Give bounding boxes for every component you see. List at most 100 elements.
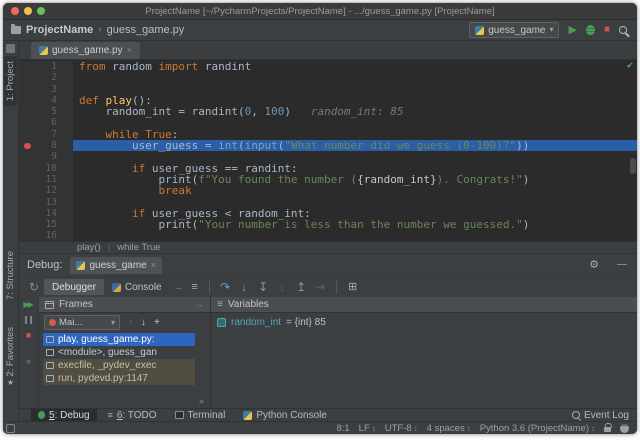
pause-program-icon[interactable]: [25, 316, 32, 324]
tool-window-button-debug[interactable]: 5: Debug: [31, 408, 97, 422]
line-number-gutter[interactable]: 5: [19, 106, 73, 118]
caret-position[interactable]: 8:1: [336, 423, 349, 434]
frame-label: <module>, guess_gan: [58, 347, 157, 358]
search-everywhere-icon[interactable]: [619, 26, 627, 34]
tab-console[interactable]: Console: [104, 279, 170, 295]
zoom-window-button[interactable]: [37, 7, 45, 15]
debug-title: Debug:: [27, 259, 63, 271]
line-number-gutter[interactable]: 3: [19, 83, 73, 95]
variable-row[interactable]: random_int = {int} 85: [217, 317, 631, 328]
breadcrumb-project[interactable]: ProjectName: [26, 24, 93, 36]
pin-icon[interactable]: →: [195, 300, 204, 309]
debug-session-tab[interactable]: guess_game ×: [70, 256, 163, 274]
breadcrumb-block[interactable]: while True: [117, 242, 160, 253]
tool-window-button-todo[interactable]: ≡ 6: TODO: [101, 409, 164, 422]
show-prompt-icon[interactable]: →: [174, 282, 183, 292]
line-number-gutter[interactable]: 2: [19, 72, 73, 84]
hide-panel-icon[interactable]: —: [617, 260, 627, 270]
run-toolbar: guess_game ▾ ▶ ■: [469, 22, 627, 38]
code-line[interactable]: 8 user_guess = int(input("What number di…: [19, 140, 637, 152]
step-over-icon[interactable]: ↷: [216, 281, 235, 293]
line-number-gutter[interactable]: 10: [19, 162, 73, 174]
tool-window-button-label: Terminal: [187, 409, 226, 421]
layout-menu-icon[interactable]: ≡: [187, 281, 203, 293]
stop-icon[interactable]: ■: [26, 331, 31, 340]
editor-tab-guess-game[interactable]: guess_game.py ×: [31, 42, 140, 59]
line-number-gutter[interactable]: 8: [19, 140, 73, 152]
line-number-gutter[interactable]: 9: [19, 151, 73, 163]
frames-overflow-icon[interactable]: »: [199, 397, 204, 406]
line-number-gutter[interactable]: 14: [19, 207, 73, 220]
step-into-my-code-icon[interactable]: ↧: [254, 281, 273, 293]
frame-up-icon[interactable]: ↑: [128, 317, 133, 328]
line-number-gutter[interactable]: 12: [19, 185, 73, 197]
thread-select[interactable]: Mai... ▾: [44, 315, 120, 330]
sidebar-item-favorites[interactable]: 2: Favorites: [5, 327, 16, 377]
editor-scrollbar[interactable]: [630, 158, 636, 174]
code-line[interactable]: 5 random_int = randint(0, 100) random_in…: [19, 106, 637, 118]
toggle-tool-buttons-icon[interactable]: [6, 423, 15, 433]
add-icon[interactable]: +: [154, 317, 160, 328]
line-number-gutter[interactable]: 1: [19, 61, 73, 73]
close-window-button[interactable]: [11, 7, 19, 15]
code-line[interactable]: 2: [19, 72, 637, 84]
more-actions-icon[interactable]: »: [26, 357, 31, 366]
breakpoint-dot[interactable]: [24, 142, 31, 150]
code-line[interactable]: 15 print("Your number is less than the n…: [19, 219, 637, 231]
line-number-gutter[interactable]: 6: [19, 117, 73, 129]
inspections-ok-icon[interactable]: ✔: [627, 61, 633, 71]
frame-label: run, pydevd.py:1147: [58, 373, 148, 384]
indent-widget[interactable]: 4 spaces ↕: [427, 423, 471, 434]
variables-icon: ≡: [217, 298, 223, 310]
sidebar-item-project[interactable]: 1: Project: [4, 56, 17, 107]
code-line[interactable]: 12 break: [19, 185, 637, 197]
frame-row[interactable]: <module>, guess_gan: [43, 346, 195, 359]
event-log-button[interactable]: Event Log: [571, 410, 629, 421]
variable-icon: [217, 318, 226, 327]
frame-down-icon[interactable]: ↓: [141, 317, 146, 328]
run-to-cursor-icon[interactable]: ⇥: [311, 281, 330, 293]
line-number-gutter[interactable]: 11: [19, 173, 73, 186]
step-into-icon[interactable]: ↓: [235, 281, 254, 293]
updown-arrows-icon: ↕: [466, 423, 471, 433]
run-button[interactable]: ▶: [568, 24, 576, 36]
rerun-icon[interactable]: ↻: [24, 281, 44, 293]
code-line[interactable]: 1 from random import randint: [19, 61, 637, 73]
step-out-icon[interactable]: ↥: [292, 281, 311, 293]
interpreter-widget[interactable]: Python 3.6 (ProjectName) ↕: [480, 423, 595, 434]
lock-icon[interactable]: [604, 427, 611, 432]
line-number-gutter[interactable]: 15: [19, 219, 73, 231]
line-number-gutter[interactable]: 7: [19, 128, 73, 141]
run-configuration-select[interactable]: guess_game ▾: [469, 22, 560, 38]
close-icon[interactable]: ×: [151, 260, 156, 270]
tool-window-bar: 5: Debug ≡ 6: TODO Terminal Python Console E…: [19, 408, 637, 422]
frame-row[interactable]: execfile, _pydev_exec: [43, 359, 195, 372]
frame-row[interactable]: play, guess_game.py:: [43, 333, 195, 346]
resume-program-icon[interactable]: ▶▶: [23, 301, 33, 309]
line-number-gutter[interactable]: 16: [19, 230, 73, 241]
traffic-lights: [11, 7, 45, 15]
gear-icon[interactable]: ⚙: [589, 259, 599, 271]
line-ending-widget[interactable]: LF ↕: [359, 423, 376, 434]
code-line[interactable]: 16: [19, 230, 637, 241]
tab-debugger[interactable]: Debugger: [44, 279, 104, 295]
line-number-gutter[interactable]: 13: [19, 196, 73, 208]
debug-button[interactable]: [585, 25, 595, 35]
breadcrumb-function[interactable]: play(): [77, 242, 101, 253]
tool-window-button-python[interactable]: Python Console: [236, 409, 334, 422]
inspections-profile-icon[interactable]: [620, 423, 629, 433]
close-icon[interactable]: ×: [127, 46, 132, 55]
tool-window-button-label: Python Console: [256, 409, 327, 421]
sidebar-item-structure[interactable]: 7: Structure: [5, 251, 16, 300]
minimize-window-button[interactable]: [24, 7, 32, 15]
encoding-widget[interactable]: UTF-8 ↕: [385, 423, 418, 434]
evaluate-expression-icon[interactable]: ⊞: [343, 281, 363, 293]
code-editor[interactable]: 1 from random import randint 2 3 4 def play()…: [19, 60, 637, 241]
stop-button[interactable]: ■: [604, 25, 610, 35]
debug-tool-window: Debug: guess_game × ⚙ — ↻ Debugger Conso…: [19, 253, 637, 408]
frame-row[interactable]: run, pydevd.py:1147: [43, 372, 195, 385]
line-number-gutter[interactable]: 4: [19, 94, 73, 107]
force-step-into-icon[interactable]: ↓: [273, 281, 292, 293]
tool-window-button-terminal[interactable]: Terminal: [168, 409, 233, 422]
breadcrumb-file[interactable]: guess_game.py: [107, 24, 185, 36]
